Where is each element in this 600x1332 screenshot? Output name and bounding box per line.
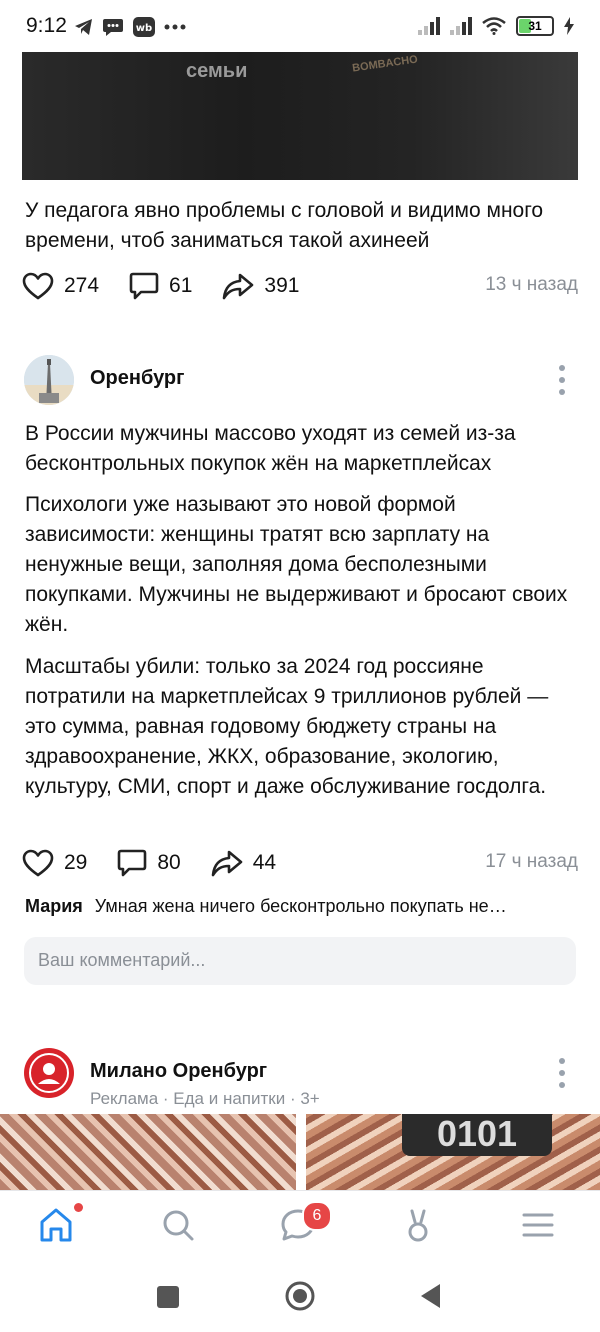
post-paragraph-1: В России мужчины массово уходят из семей… (25, 422, 516, 475)
top-comment[interactable]: Мария Умная жена ничего бесконтрольно пок… (25, 896, 575, 917)
ad-image-food-1 (0, 1114, 296, 1190)
post-actions: 29 80 44 17 ч назад (22, 843, 578, 883)
share-icon (211, 850, 243, 877)
more-options-button[interactable] (558, 365, 566, 395)
more-notifications-icon (164, 24, 186, 30)
ad-image-food-2: 0101 (306, 1114, 600, 1190)
comment-icon (129, 272, 159, 300)
like-button[interactable]: 29 (22, 849, 87, 877)
notification-icons: wb (74, 16, 186, 38)
ad-images[interactable]: 0101 (0, 1114, 600, 1190)
signal-icon (418, 17, 440, 35)
clips-icon (408, 1209, 428, 1242)
shares-count: 44 (252, 851, 277, 874)
post-time: 13 ч назад (485, 274, 578, 295)
post-actions: 274 61 391 13 ч назад (22, 266, 578, 306)
system-nav-bar (0, 1262, 600, 1332)
tab-menu[interactable] (518, 1205, 566, 1249)
video-frame (22, 52, 578, 180)
status-bar: 9:12 wb 31 (0, 0, 600, 56)
comment-button[interactable]: 80 (117, 848, 181, 878)
chat-icon (103, 19, 123, 36)
share-icon (223, 273, 254, 300)
like-button[interactable]: 274 (22, 272, 99, 300)
comment-author: Мария (25, 896, 83, 916)
search-icon (163, 1210, 194, 1241)
comment-input[interactable]: Ваш комментарий... (24, 937, 576, 985)
recents-button[interactable] (155, 1284, 181, 1310)
ad-image-sign: 0101 (402, 1114, 552, 1156)
wb-icon: wb (133, 17, 155, 37)
status-time: 9:12 (26, 14, 67, 37)
home-notification-dot (74, 1203, 83, 1212)
ad-subtitle: Реклама · Еда и напитки · 3+ (90, 1089, 320, 1108)
menu-icon (522, 1213, 554, 1237)
advertiser-avatar[interactable] (24, 1048, 74, 1098)
home-icon (40, 1208, 72, 1242)
comments-count: 61 (169, 274, 193, 297)
battery-level: 31 (528, 19, 542, 33)
post-text: У педагога явно проблемы с головой и вид… (25, 199, 544, 252)
wifi-icon (482, 17, 506, 35)
community-name[interactable]: Оренбург (90, 367, 184, 390)
heart-icon (22, 272, 54, 300)
bottom-tab-bar: 6 (0, 1190, 600, 1261)
messages-badge: 6 (302, 1201, 332, 1231)
system-indicators: 31 (418, 16, 574, 36)
post-header: Оренбург (24, 355, 576, 409)
tab-search[interactable] (158, 1205, 206, 1249)
comment-icon (118, 849, 147, 877)
comment-button[interactable]: 61 (129, 271, 192, 301)
comments-count: 80 (157, 851, 181, 874)
back-button[interactable] (418, 1282, 444, 1310)
tab-clips[interactable] (398, 1205, 446, 1249)
advertiser-name[interactable]: Милано Оренбург (90, 1060, 267, 1083)
post-paragraph-3: Масштабы убили: только за 2024 год росси… (25, 655, 549, 798)
charging-icon (564, 17, 574, 35)
shares-count: 391 (264, 274, 300, 297)
post-time: 17 ч назад (485, 851, 578, 872)
likes-count: 274 (64, 274, 100, 297)
heart-icon (22, 849, 54, 877)
ad-post-header: Милано Оренбург Реклама · Еда и напитки … (24, 1048, 576, 1108)
post-paragraph-2: Психологи уже называют это новой формой … (25, 493, 568, 636)
share-button[interactable]: 391 (222, 272, 299, 300)
telegram-icon (75, 19, 92, 35)
likes-count: 29 (64, 851, 88, 874)
post-video-thumbnail[interactable]: семьи BOMBACHO (22, 52, 578, 180)
share-button[interactable]: 44 (211, 849, 276, 877)
comment-text: Умная жена ничего бесконтрольно покупать… (94, 896, 507, 916)
community-avatar[interactable] (24, 355, 74, 405)
comment-placeholder: Ваш комментарий... (38, 950, 206, 970)
svg-text:wb: wb (136, 23, 152, 34)
tab-home[interactable] (36, 1203, 84, 1249)
video-overlay-text: семьи (186, 60, 248, 82)
signal-icon-2 (450, 17, 472, 35)
more-options-button[interactable] (558, 1058, 566, 1088)
tab-messages[interactable]: 6 (278, 1201, 332, 1249)
battery-icon: 31 (516, 16, 554, 36)
home-button[interactable] (284, 1280, 316, 1312)
